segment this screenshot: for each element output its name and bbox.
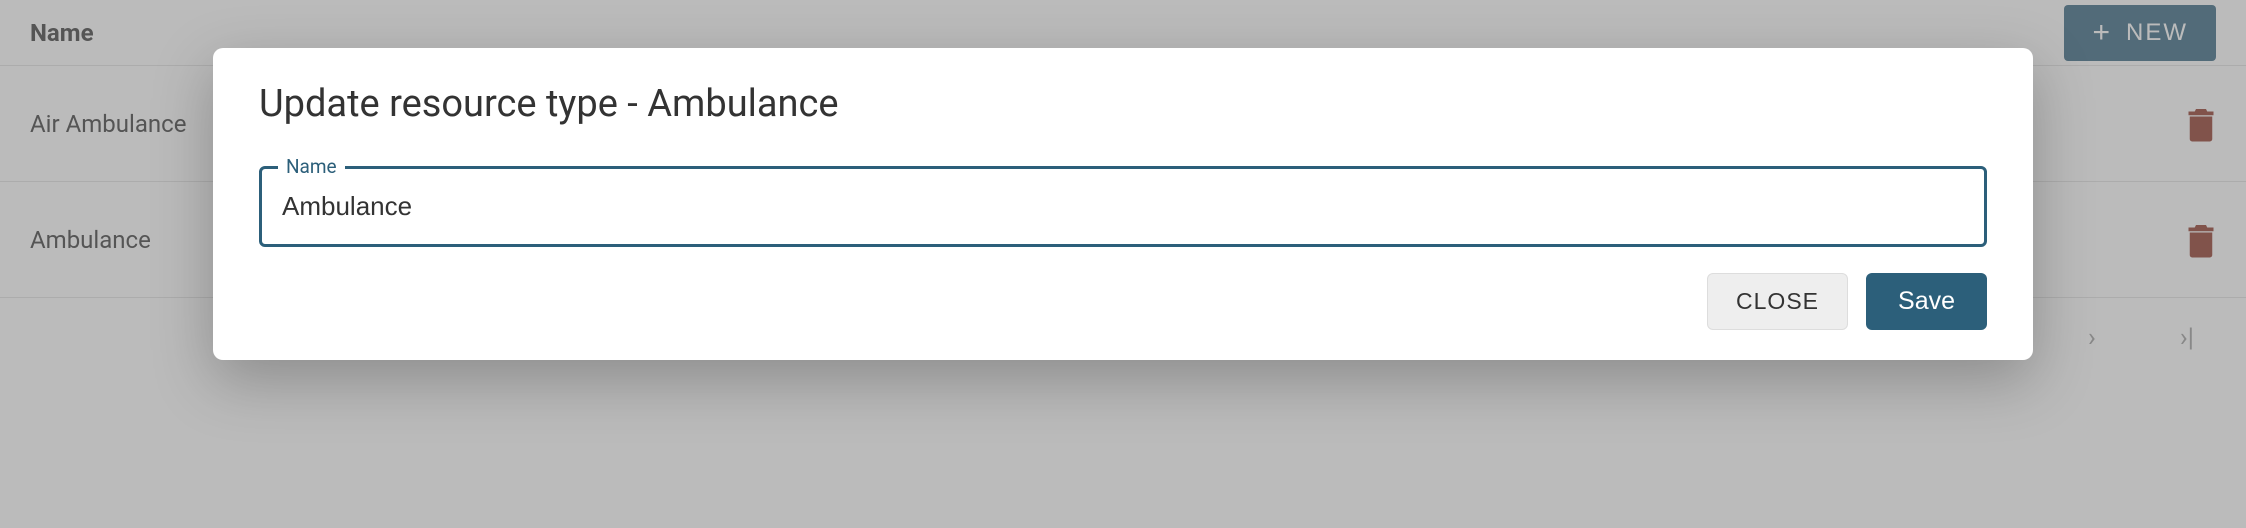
dialog-actions: CLOSE Save [259, 273, 1987, 330]
close-button[interactable]: CLOSE [1707, 273, 1848, 330]
save-button[interactable]: Save [1866, 273, 1987, 330]
name-field-wrap: Name [259, 166, 1987, 247]
name-input[interactable] [282, 191, 1964, 222]
dialog-title: Update resource type - Ambulance [259, 82, 1987, 126]
update-resource-dialog: Update resource type - Ambulance Name CL… [213, 48, 2033, 360]
name-field-label: Name [278, 155, 345, 178]
